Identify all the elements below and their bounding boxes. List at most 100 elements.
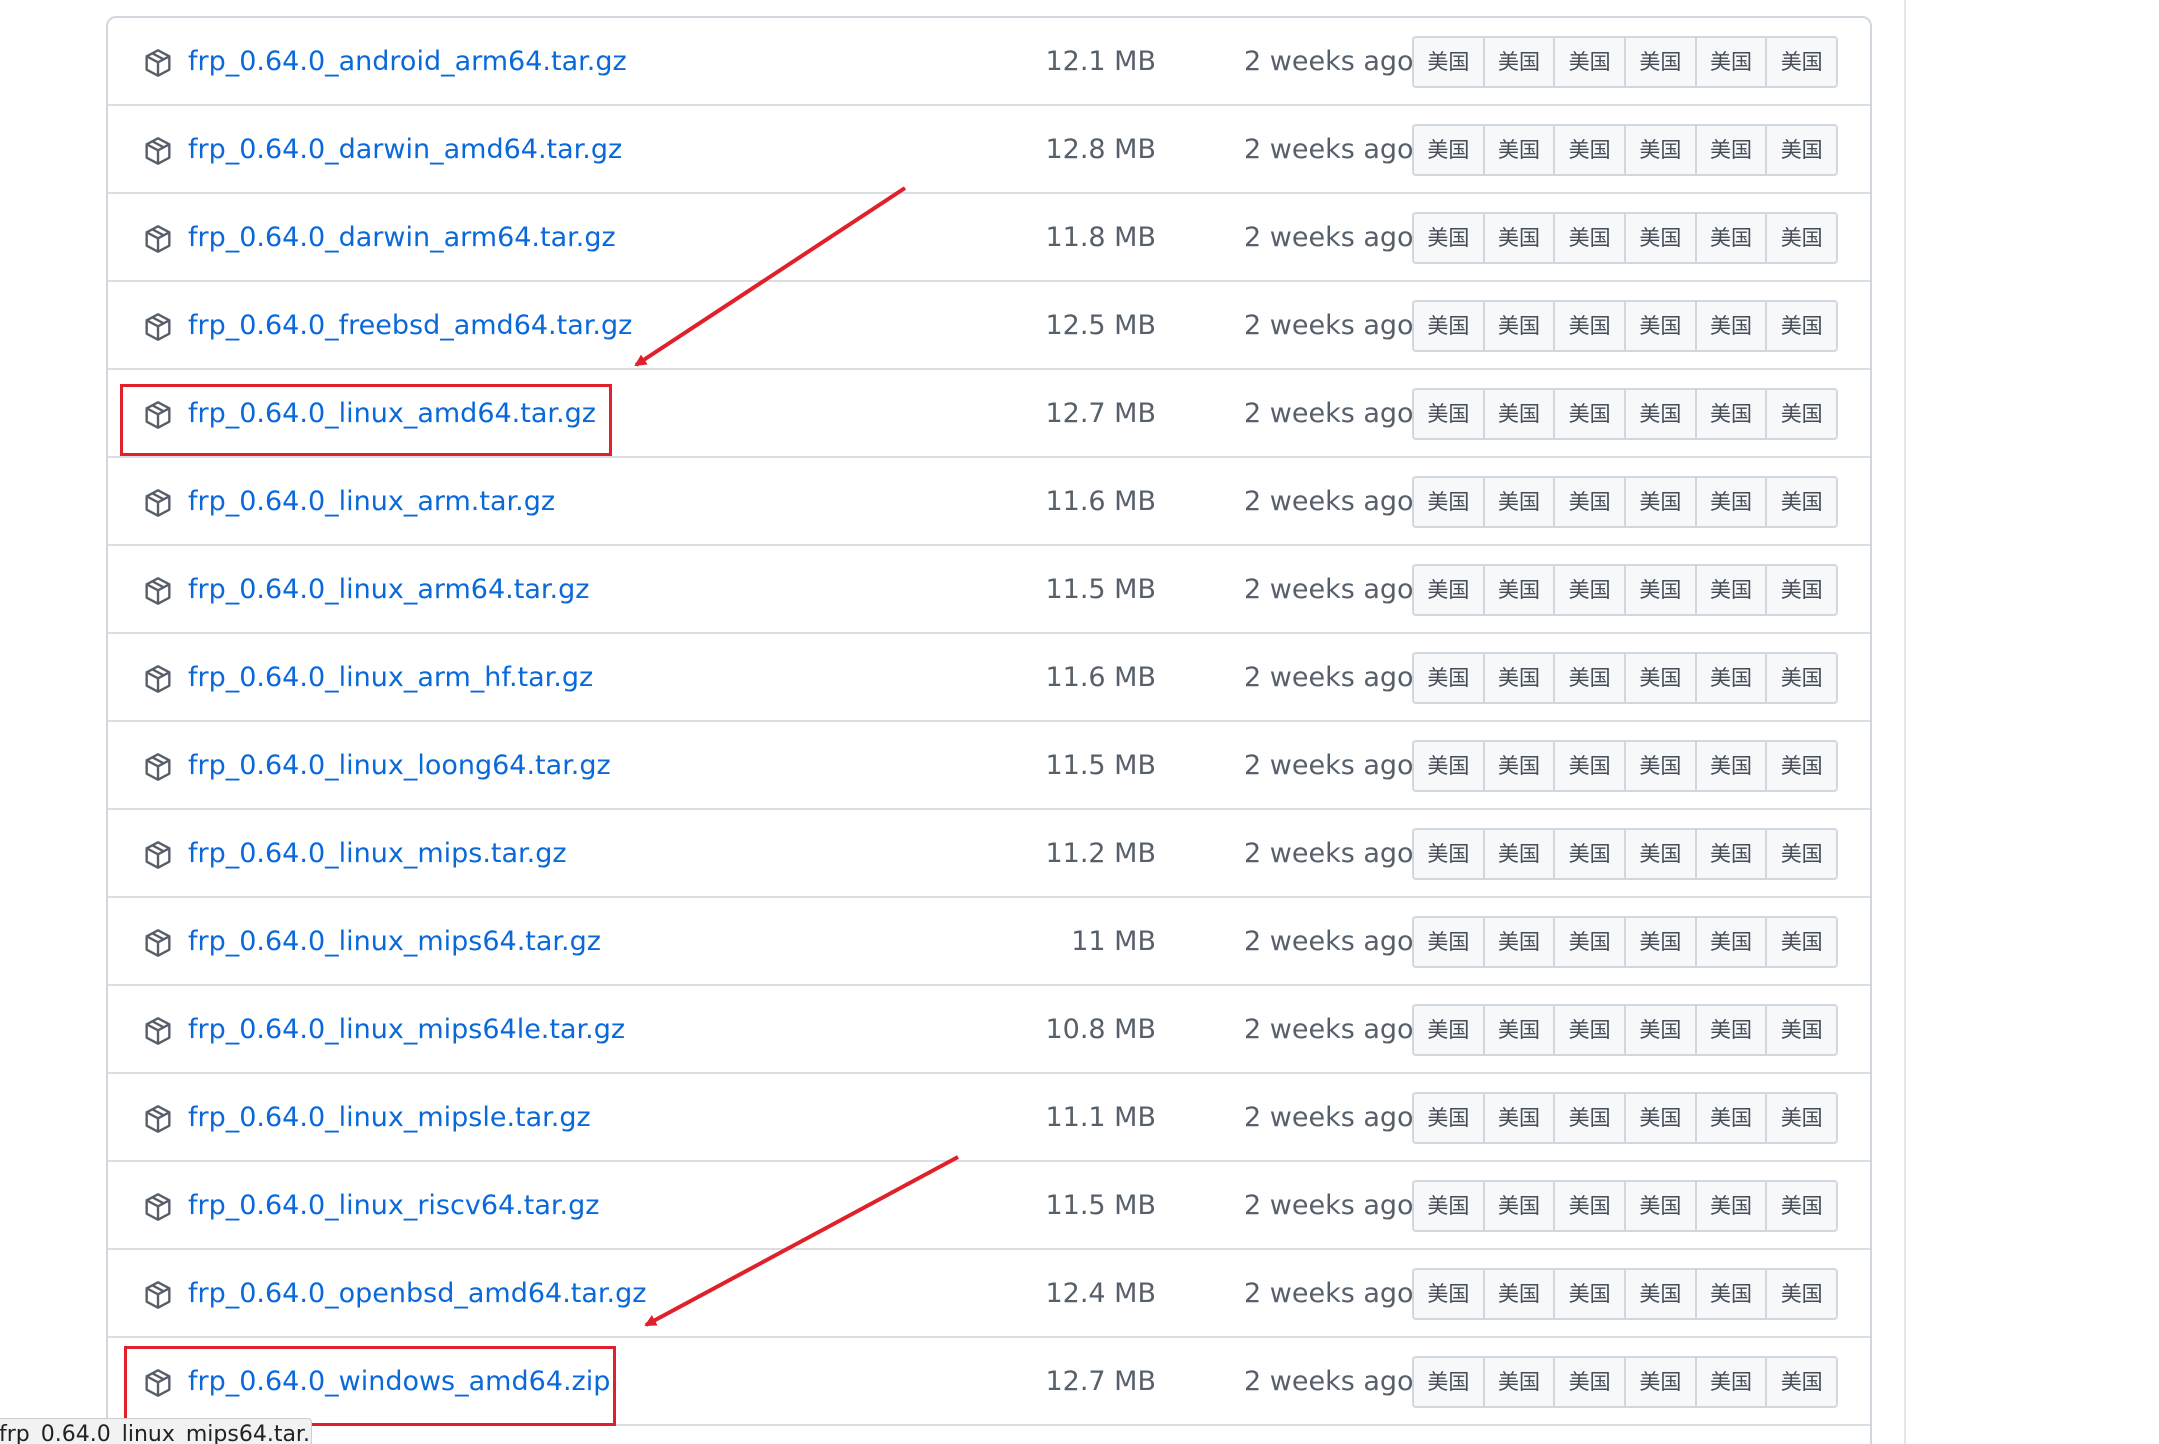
mirror-download-button[interactable]: 美国 [1696,742,1768,790]
mirror-download-button[interactable]: 美国 [1484,830,1556,878]
mirror-download-button[interactable]: 美国 [1767,918,1836,966]
asset-download-link[interactable]: frp_0.64.0_linux_mips64le.tar.gz [188,1006,625,1054]
mirror-download-button[interactable]: 美国 [1767,1006,1836,1054]
mirror-download-button[interactable]: 美国 [1626,566,1697,614]
mirror-download-button[interactable]: 美国 [1414,1358,1485,1406]
mirror-download-button[interactable]: 美国 [1555,302,1627,350]
mirror-download-button[interactable]: 美国 [1767,214,1836,262]
mirror-download-button[interactable]: 美国 [1696,1182,1768,1230]
mirror-download-button[interactable]: 美国 [1555,1094,1627,1142]
mirror-download-button[interactable]: 美国 [1767,390,1836,438]
mirror-download-button[interactable]: 美国 [1484,38,1556,86]
asset-download-link[interactable]: frp_0.64.0_linux_loong64.tar.gz [188,742,611,790]
mirror-download-button[interactable]: 美国 [1696,214,1768,262]
asset-download-link[interactable]: frp_0.64.0_linux_mips64.tar.gz [188,918,601,966]
mirror-download-button[interactable]: 美国 [1484,214,1556,262]
asset-download-link[interactable]: frp_0.64.0_linux_arm_hf.tar.gz [188,654,593,702]
mirror-download-button[interactable]: 美国 [1414,126,1485,174]
mirror-download-button[interactable]: 美国 [1626,1006,1697,1054]
mirror-download-button[interactable]: 美国 [1414,1182,1485,1230]
mirror-download-button[interactable]: 美国 [1767,38,1836,86]
mirror-download-button[interactable]: 美国 [1696,1270,1768,1318]
mirror-download-button[interactable]: 美国 [1414,918,1485,966]
asset-download-link[interactable]: frp_0.64.0_darwin_amd64.tar.gz [188,126,622,174]
mirror-download-button[interactable]: 美国 [1555,1182,1627,1230]
mirror-download-button[interactable]: 美国 [1626,830,1697,878]
mirror-download-button[interactable]: 美国 [1484,1006,1556,1054]
mirror-download-button[interactable]: 美国 [1484,742,1556,790]
asset-download-link[interactable]: frp_0.64.0_openbsd_amd64.tar.gz [188,1270,646,1318]
mirror-download-button[interactable]: 美国 [1696,566,1768,614]
mirror-download-button[interactable]: 美国 [1626,742,1697,790]
mirror-download-button[interactable]: 美国 [1696,654,1768,702]
mirror-download-button[interactable]: 美国 [1696,830,1768,878]
mirror-download-button[interactable]: 美国 [1767,1270,1836,1318]
mirror-download-button[interactable]: 美国 [1484,918,1556,966]
mirror-download-button[interactable]: 美国 [1414,478,1485,526]
mirror-download-button[interactable]: 美国 [1484,126,1556,174]
mirror-download-button[interactable]: 美国 [1484,654,1556,702]
mirror-download-button[interactable]: 美国 [1414,742,1485,790]
mirror-download-button[interactable]: 美国 [1767,302,1836,350]
mirror-download-button[interactable]: 美国 [1414,390,1485,438]
mirror-download-button[interactable]: 美国 [1626,126,1697,174]
mirror-download-button[interactable]: 美国 [1555,830,1627,878]
mirror-download-button[interactable]: 美国 [1555,478,1627,526]
mirror-download-button[interactable]: 美国 [1484,302,1556,350]
mirror-download-button[interactable]: 美国 [1767,830,1836,878]
asset-download-link[interactable]: frp_0.64.0_android_arm64.tar.gz [188,38,627,86]
mirror-download-button[interactable]: 美国 [1696,126,1768,174]
mirror-download-button[interactable]: 美国 [1484,1182,1556,1230]
mirror-download-button[interactable]: 美国 [1555,1006,1627,1054]
mirror-download-button[interactable]: 美国 [1626,654,1697,702]
mirror-download-button[interactable]: 美国 [1767,478,1836,526]
mirror-download-button[interactable]: 美国 [1555,390,1627,438]
mirror-download-button[interactable]: 美国 [1555,38,1627,86]
mirror-download-button[interactable]: 美国 [1414,1094,1485,1142]
mirror-download-button[interactable]: 美国 [1414,1270,1485,1318]
mirror-download-button[interactable]: 美国 [1414,1006,1485,1054]
mirror-download-button[interactable]: 美国 [1696,302,1768,350]
mirror-download-button[interactable]: 美国 [1414,38,1485,86]
mirror-download-button[interactable]: 美国 [1626,214,1697,262]
mirror-download-button[interactable]: 美国 [1555,742,1627,790]
mirror-download-button[interactable]: 美国 [1414,302,1485,350]
mirror-download-button[interactable]: 美国 [1696,1094,1768,1142]
mirror-download-button[interactable]: 美国 [1626,390,1697,438]
mirror-download-button[interactable]: 美国 [1626,1270,1697,1318]
asset-download-link[interactable]: frp_0.64.0_linux_riscv64.tar.gz [188,1182,599,1230]
mirror-download-button[interactable]: 美国 [1696,918,1768,966]
mirror-download-button[interactable]: 美国 [1767,1182,1836,1230]
mirror-download-button[interactable]: 美国 [1767,654,1836,702]
mirror-download-button[interactable]: 美国 [1484,1094,1556,1142]
mirror-download-button[interactable]: 美国 [1696,1358,1768,1406]
asset-download-link[interactable]: frp_0.64.0_linux_mipsle.tar.gz [188,1094,591,1142]
mirror-download-button[interactable]: 美国 [1626,478,1697,526]
mirror-download-button[interactable]: 美国 [1484,1358,1556,1406]
mirror-download-button[interactable]: 美国 [1767,566,1836,614]
asset-download-link[interactable]: frp_0.64.0_darwin_arm64.tar.gz [188,214,616,262]
mirror-download-button[interactable]: 美国 [1626,302,1697,350]
mirror-download-button[interactable]: 美国 [1555,1270,1627,1318]
mirror-download-button[interactable]: 美国 [1555,1358,1627,1406]
mirror-download-button[interactable]: 美国 [1414,566,1485,614]
mirror-download-button[interactable]: 美国 [1555,654,1627,702]
mirror-download-button[interactable]: 美国 [1626,38,1697,86]
mirror-download-button[interactable]: 美国 [1767,742,1836,790]
asset-download-link[interactable]: frp_0.64.0_linux_mips.tar.gz [188,830,567,878]
mirror-download-button[interactable]: 美国 [1696,1006,1768,1054]
mirror-download-button[interactable]: 美国 [1696,38,1768,86]
mirror-download-button[interactable]: 美国 [1626,1358,1697,1406]
mirror-download-button[interactable]: 美国 [1626,1094,1697,1142]
asset-download-link[interactable]: frp_0.64.0_linux_arm.tar.gz [188,478,555,526]
mirror-download-button[interactable]: 美国 [1414,654,1485,702]
mirror-download-button[interactable]: 美国 [1484,566,1556,614]
asset-download-link[interactable]: frp_0.64.0_freebsd_amd64.tar.gz [188,302,632,350]
mirror-download-button[interactable]: 美国 [1414,830,1485,878]
mirror-download-button[interactable]: 美国 [1555,214,1627,262]
mirror-download-button[interactable]: 美国 [1626,918,1697,966]
mirror-download-button[interactable]: 美国 [1484,390,1556,438]
mirror-download-button[interactable]: 美国 [1626,1182,1697,1230]
mirror-download-button[interactable]: 美国 [1414,214,1485,262]
mirror-download-button[interactable]: 美国 [1555,126,1627,174]
